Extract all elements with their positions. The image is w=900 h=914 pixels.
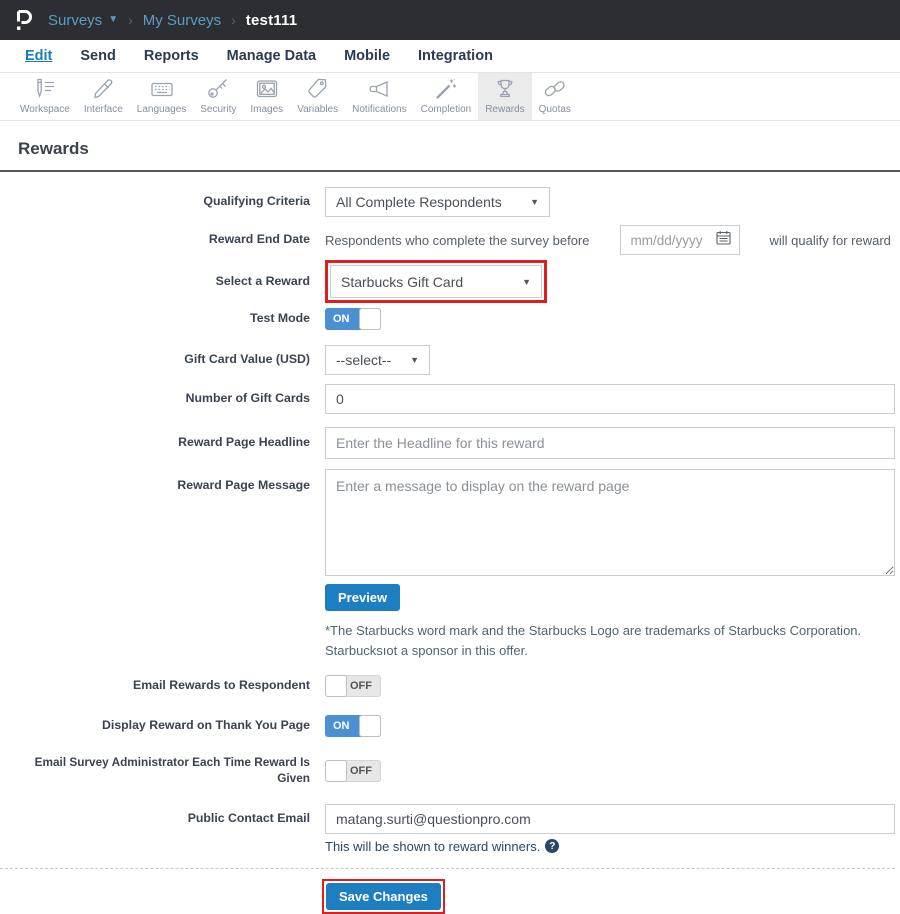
tab-edit[interactable]: Edit bbox=[11, 48, 66, 64]
edit-toolbar: Workspace Interface Languages Security bbox=[0, 73, 900, 121]
select-caret-icon: ▼ bbox=[530, 197, 539, 207]
app-header: Surveys ▼ › My Surveys › test111 bbox=[0, 0, 900, 40]
rewards-form: Qualifying Criteria All Complete Respond… bbox=[0, 172, 900, 914]
reward-end-date-label: Reward End Date bbox=[0, 232, 310, 248]
toolbar-item-workspace[interactable]: Workspace bbox=[13, 73, 77, 120]
interface-icon bbox=[90, 76, 116, 102]
rewards-trophy-icon bbox=[492, 76, 518, 102]
tab-manage-data[interactable]: Manage Data bbox=[213, 48, 330, 64]
number-of-gift-cards-label: Number of Gift Cards bbox=[0, 391, 310, 407]
tab-send[interactable]: Send bbox=[66, 48, 129, 64]
toolbar-item-variables[interactable]: Variables bbox=[290, 73, 345, 120]
qualifying-criteria-label: Qualifying Criteria bbox=[0, 194, 310, 210]
toolbar-item-quotas[interactable]: Quotas bbox=[532, 73, 578, 120]
workspace-icon bbox=[32, 76, 58, 102]
email-rewards-toggle[interactable]: OFF bbox=[325, 675, 381, 697]
reward-end-date-field[interactable] bbox=[620, 225, 740, 255]
preview-button[interactable]: Preview bbox=[325, 584, 400, 611]
reward-end-date-suffix: will qualify for reward bbox=[770, 233, 891, 248]
gift-card-value-label: Gift Card Value (USD) bbox=[0, 352, 310, 368]
public-contact-email-input[interactable] bbox=[325, 804, 895, 834]
variables-icon bbox=[305, 76, 331, 102]
completion-icon bbox=[433, 76, 459, 102]
breadcrumb-my-surveys[interactable]: My Surveys bbox=[143, 12, 221, 29]
starbucks-trademark-note: *The Starbucks word mark and the Starbuc… bbox=[325, 621, 890, 661]
reward-end-date-prefix: Respondents who complete the survey befo… bbox=[325, 233, 590, 248]
images-icon bbox=[254, 76, 280, 102]
toolbar-item-rewards[interactable]: Rewards bbox=[478, 73, 531, 120]
chevron-down-icon: ▼ bbox=[108, 15, 118, 25]
email-rewards-label: Email Rewards to Respondent bbox=[0, 678, 310, 694]
save-divider bbox=[0, 868, 895, 869]
qualifying-criteria-select[interactable]: All Complete Respondents ▼ bbox=[325, 187, 550, 217]
toolbar-item-completion[interactable]: Completion bbox=[414, 73, 479, 120]
public-contact-email-helper: This will be shown to reward winners. ? bbox=[325, 839, 895, 854]
main-tab-bar: Edit Send Reports Manage Data Mobile Int… bbox=[0, 40, 900, 73]
toggle-knob bbox=[325, 760, 347, 782]
tab-mobile[interactable]: Mobile bbox=[330, 48, 404, 64]
reward-select[interactable]: Starbucks Gift Card ▼ bbox=[330, 265, 542, 298]
select-caret-icon: ▼ bbox=[410, 355, 419, 365]
toggle-knob bbox=[359, 715, 381, 737]
select-caret-icon: ▼ bbox=[522, 277, 531, 287]
quotas-chain-icon bbox=[542, 76, 568, 102]
help-icon[interactable]: ? bbox=[545, 839, 559, 853]
save-button-highlight: Save Changes bbox=[322, 879, 445, 914]
toolbar-item-security[interactable]: Security bbox=[193, 73, 243, 120]
languages-icon bbox=[149, 76, 175, 102]
notifications-icon bbox=[366, 76, 392, 102]
calendar-icon[interactable] bbox=[716, 230, 731, 250]
breadcrumb-separator-icon: › bbox=[231, 12, 236, 28]
toggle-knob bbox=[325, 675, 347, 697]
select-reward-label: Select a Reward bbox=[0, 274, 310, 290]
security-icon bbox=[205, 76, 231, 102]
gift-card-value-select[interactable]: --select-- ▼ bbox=[325, 345, 430, 375]
tab-integration[interactable]: Integration bbox=[404, 48, 507, 64]
display-reward-label: Display Reward on Thank You Page bbox=[0, 718, 310, 734]
reward-page-message-label: Reward Page Message bbox=[0, 469, 310, 494]
test-mode-toggle[interactable]: ON bbox=[325, 308, 381, 330]
page-title: Rewards bbox=[18, 139, 900, 159]
reward-page-headline-label: Reward Page Headline bbox=[0, 435, 310, 451]
number-of-gift-cards-input[interactable] bbox=[325, 384, 895, 414]
questionpro-logo-icon[interactable] bbox=[12, 7, 34, 33]
email-admin-toggle[interactable]: OFF bbox=[325, 760, 381, 782]
reward-page-headline-input[interactable] bbox=[325, 427, 895, 459]
reward-page-message-textarea[interactable] bbox=[325, 469, 895, 576]
tab-reports[interactable]: Reports bbox=[130, 48, 213, 64]
breadcrumb-separator-icon: › bbox=[128, 12, 133, 28]
toolbar-item-languages[interactable]: Languages bbox=[130, 73, 194, 120]
save-changes-button[interactable]: Save Changes bbox=[326, 883, 441, 910]
breadcrumb-survey-name: test111 bbox=[246, 12, 297, 29]
toolbar-item-notifications[interactable]: Notifications bbox=[345, 73, 413, 120]
breadcrumb-surveys[interactable]: Surveys ▼ bbox=[48, 12, 118, 29]
toolbar-item-interface[interactable]: Interface bbox=[77, 73, 130, 120]
test-mode-label: Test Mode bbox=[0, 311, 310, 327]
toolbar-item-images[interactable]: Images bbox=[243, 73, 290, 120]
display-reward-toggle[interactable]: ON bbox=[325, 715, 381, 737]
reward-select-highlight: Starbucks Gift Card ▼ bbox=[325, 260, 547, 303]
reward-end-date-input[interactable] bbox=[629, 232, 710, 249]
email-admin-label: Email Survey Administrator Each Time Rew… bbox=[0, 755, 310, 786]
toggle-knob bbox=[359, 308, 381, 330]
public-contact-email-label: Public Contact Email bbox=[0, 811, 310, 827]
